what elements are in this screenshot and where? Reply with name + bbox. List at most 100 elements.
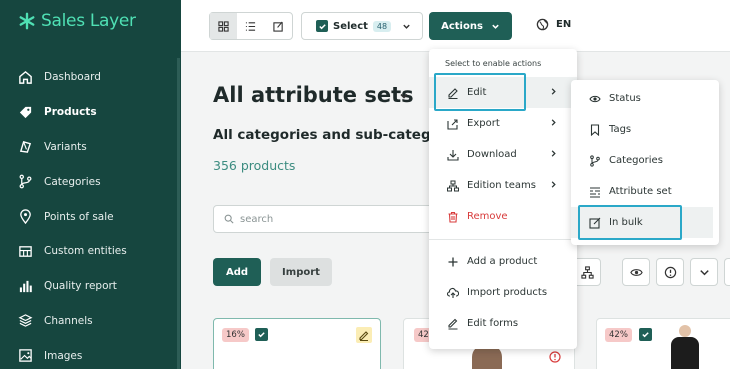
- select-button[interactable]: Select 48: [301, 12, 423, 40]
- sidebar-item-label: Quality report: [44, 280, 117, 293]
- chevron-down-icon: [699, 269, 709, 275]
- list-view-button[interactable]: [237, 13, 264, 39]
- eye-icon: [589, 95, 601, 102]
- menu-item-download[interactable]: Download: [429, 139, 577, 170]
- selected-count-badge: 48: [372, 20, 392, 32]
- menu-item-label: Edition teams: [467, 180, 536, 191]
- bookmark-icon: [590, 123, 600, 136]
- actions-label: Actions: [441, 20, 483, 32]
- sidebar-scrollbar[interactable]: [177, 58, 180, 369]
- chevron-down-icon: [492, 24, 499, 29]
- tag-icon: [19, 106, 32, 118]
- submenu-item-tags[interactable]: Tags: [571, 114, 713, 145]
- menu-item-label: Export: [467, 118, 500, 129]
- completeness-badge: 42%: [605, 328, 632, 342]
- menu-item-import-products[interactable]: Import products: [429, 277, 577, 308]
- search-input[interactable]: search: [213, 205, 443, 233]
- language-selector[interactable]: EN: [536, 18, 571, 31]
- card-checkbox[interactable]: [255, 328, 268, 341]
- menu-item-remove[interactable]: Remove: [429, 201, 577, 232]
- category-filter-title[interactable]: All categories and sub-categorie: [213, 127, 460, 143]
- export-icon: [447, 118, 458, 130]
- sidebar-item-points-of-sale[interactable]: Points of sale: [0, 199, 181, 234]
- hierarchy-icon: [580, 265, 594, 279]
- sidebar-item-dashboard[interactable]: Dashboard: [0, 60, 181, 95]
- sidebar-item-label: Custom entities: [44, 245, 127, 258]
- edit-view-button[interactable]: [265, 13, 292, 39]
- card-checkbox[interactable]: [639, 328, 652, 341]
- table-icon: [19, 246, 32, 257]
- menu-item-label: Remove: [467, 211, 508, 222]
- submenu-item-label: Categories: [609, 155, 663, 166]
- sidebar-item-label: Products: [44, 106, 97, 119]
- plus-icon: [448, 257, 458, 266]
- chevron-down-icon[interactable]: [399, 91, 409, 101]
- info-tool-button[interactable]: [656, 258, 684, 286]
- sidebar-item-channels[interactable]: Channels: [0, 304, 181, 339]
- grid-icon: [218, 20, 229, 32]
- product-count: 356 products: [213, 158, 296, 173]
- focus-highlight-edit: [434, 73, 526, 111]
- search-placeholder: search: [240, 213, 274, 225]
- sidebar-item-custom-entities[interactable]: Custom entities: [0, 234, 181, 269]
- globe-icon: [536, 18, 549, 31]
- sidebar-item-label: Categories: [44, 175, 101, 188]
- product-card[interactable]: 42%: [596, 318, 730, 369]
- pencil-icon[interactable]: [356, 327, 372, 343]
- menu-item-add-product[interactable]: Add a product: [429, 246, 577, 277]
- alert-icon: [549, 351, 561, 363]
- menu-item-label: Add a product: [467, 256, 538, 267]
- menu-item-export[interactable]: Export: [429, 108, 577, 139]
- menu-item-edit-forms[interactable]: Edit forms: [429, 308, 577, 339]
- actions-button[interactable]: Actions: [429, 12, 512, 40]
- home-icon: [19, 70, 32, 84]
- sidebar-item-variants[interactable]: Variants: [0, 130, 181, 165]
- product-image: [667, 325, 703, 369]
- visibility-tool-button[interactable]: [622, 258, 650, 286]
- grid-view-button[interactable]: [210, 13, 238, 39]
- location-pin-icon: [20, 209, 31, 225]
- search-icon: [224, 214, 234, 224]
- hierarchy-icon: [447, 180, 459, 191]
- submenu-item-categories[interactable]: Categories: [571, 145, 713, 176]
- chevron-right-icon: [551, 181, 556, 188]
- attribute-set-icon: [590, 187, 600, 197]
- sidebar-item-images[interactable]: Images: [0, 338, 181, 369]
- sidebar-item-label: Dashboard: [44, 71, 101, 84]
- import-button[interactable]: Import: [270, 258, 332, 286]
- app-name: Sales Layer: [41, 11, 136, 31]
- variants-icon: [19, 141, 32, 154]
- submenu-item-label: Attribute set: [609, 186, 672, 197]
- add-button[interactable]: Add: [213, 258, 261, 286]
- asterisk-logo-icon: [19, 12, 35, 30]
- menu-item-edition-teams[interactable]: Edition teams: [429, 170, 577, 201]
- eye-icon: [629, 268, 643, 276]
- menu-hint: Select to enable actions: [445, 59, 542, 68]
- product-card[interactable]: 16%: [213, 318, 381, 369]
- hierarchy-tool-button[interactable]: [573, 258, 601, 286]
- trash-icon: [448, 211, 458, 223]
- sidebar-item-products[interactable]: Products: [0, 95, 181, 130]
- view-mode-toggle: [209, 12, 293, 40]
- more-tools-button[interactable]: [690, 258, 718, 286]
- sidebar-item-label: Images: [44, 349, 83, 362]
- chevron-right-icon: [551, 150, 556, 157]
- menu-item-label: Edit forms: [467, 318, 519, 329]
- sales-layer-logo[interactable]: Sales Layer: [18, 11, 136, 31]
- completeness-badge: 16%: [222, 328, 249, 342]
- submenu-item-status[interactable]: Status: [571, 83, 713, 114]
- submenu-item-attribute-set[interactable]: Attribute set: [571, 176, 713, 207]
- sidebar-item-quality-report[interactable]: Quality report: [0, 269, 181, 304]
- image-icon: [19, 349, 32, 363]
- checkbox-checked-icon: [316, 20, 328, 32]
- select-label: Select: [333, 20, 368, 32]
- info-icon: [664, 266, 676, 278]
- sidebar: Sales Layer Dashboard Products Variants …: [0, 0, 181, 369]
- sidebar-item-label: Points of sale: [44, 210, 114, 223]
- submenu-item-label: Tags: [609, 124, 632, 135]
- overflow-tool-button[interactable]: [724, 258, 730, 286]
- page-title[interactable]: All attribute sets: [213, 83, 414, 107]
- sidebar-item-categories[interactable]: Categories: [0, 164, 181, 199]
- menu-item-label: Import products: [467, 287, 548, 298]
- chevron-down-icon: [403, 24, 410, 29]
